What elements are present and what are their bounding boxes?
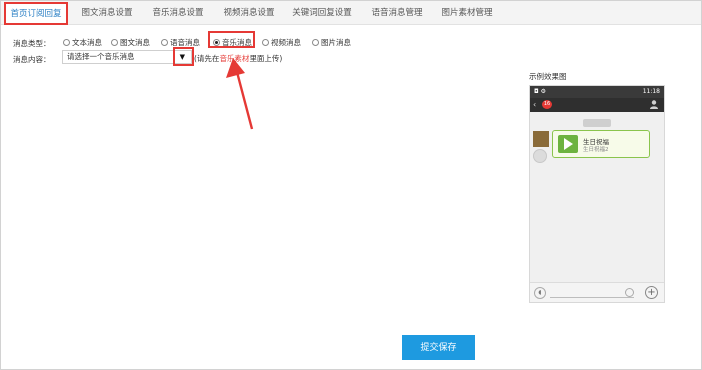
music-message-bubble: 生日祝福 生日祝福2 [552, 130, 650, 158]
red-arrow-icon [226, 58, 254, 130]
phone-time: 11:18 [642, 88, 660, 95]
radio-image-message[interactable]: 图片消息 [312, 37, 351, 47]
tab-home-subscribe-reply[interactable]: 首页订阅回复 [4, 2, 68, 25]
music-radio-highlight [208, 31, 255, 48]
back-icon: ‹ [533, 100, 537, 109]
submit-save-button[interactable]: 提交保存 [402, 335, 475, 360]
tab-music-message-settings[interactable]: 音乐消息设置 [146, 1, 210, 25]
chat-area: 生日祝福 生日祝福2 [530, 112, 664, 282]
radio-dot[interactable] [262, 38, 269, 46]
radio-dot[interactable] [111, 38, 118, 46]
unread-badge: 16 [542, 100, 552, 109]
preview-label: 示例效果图 [529, 72, 567, 81]
chat-input-field [550, 297, 634, 298]
person-icon [650, 100, 658, 109]
avatar-placeholder [533, 149, 547, 163]
radio-dot[interactable] [63, 38, 70, 46]
message-content-label: 消息内容： [13, 55, 51, 64]
phone-nav-bar: ‹ 16 [530, 98, 664, 112]
avatar [533, 131, 549, 147]
time-badge [583, 119, 611, 127]
plus-icon: + [645, 286, 658, 299]
radio-dot[interactable] [312, 38, 319, 46]
tab-news-message-settings[interactable]: 图文消息设置 [75, 1, 139, 25]
radio-text-message[interactable]: 文本消息 [63, 37, 102, 47]
radio-video-message[interactable]: 视频消息 [262, 37, 301, 47]
signal-icons: ◘ ⚙ [534, 88, 547, 95]
emoji-icon [625, 288, 634, 297]
play-icon [558, 135, 578, 153]
radio-news-message[interactable]: 图文消息 [111, 37, 150, 47]
tab-keyword-reply-settings[interactable]: 关键词回复设置 [287, 1, 357, 25]
message-type-label: 消息类型： [13, 39, 51, 48]
chat-input-bar: ◖ + [530, 282, 664, 302]
radio-dot[interactable] [161, 38, 168, 46]
tab-voice-message-management[interactable]: 语音消息管理 [366, 1, 428, 25]
phone-status-bar: ◘ ⚙ 11:18 [530, 86, 664, 98]
tab-video-message-settings[interactable]: 视频消息设置 [217, 1, 281, 25]
voice-icon: ◖ [534, 287, 546, 299]
dropdown-highlight [173, 47, 194, 66]
tab-bar: 首页订阅回复 图文消息设置 音乐消息设置 视频消息设置 关键词回复设置 语音消息… [1, 1, 701, 25]
phone-preview: ◘ ⚙ 11:18 ‹ 16 生日祝福 生日祝福2 ◖ + [529, 85, 665, 303]
tab-image-material-management[interactable]: 图片素材管理 [436, 1, 498, 25]
music-subtitle: 生日祝福2 [583, 147, 609, 153]
radio-voice-message[interactable]: 语音消息 [161, 37, 200, 47]
